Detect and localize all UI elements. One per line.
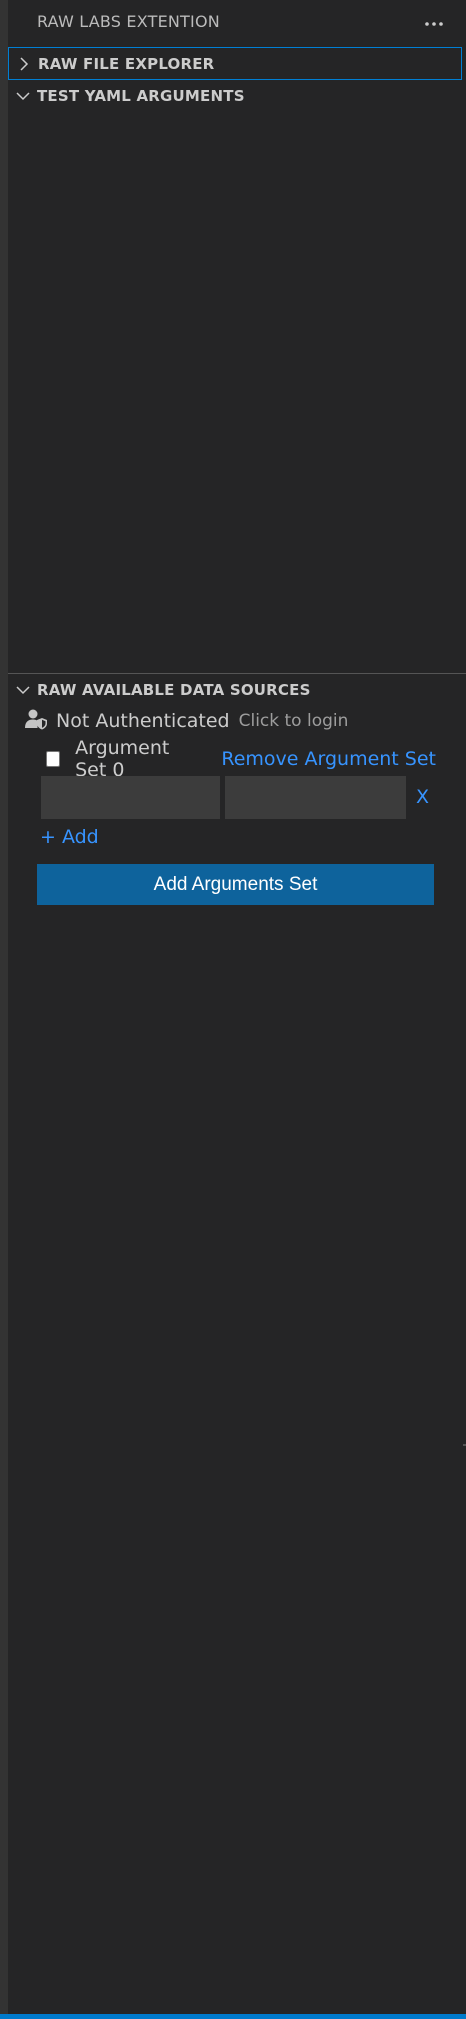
activity-bar-edge — [0, 0, 8, 2019]
remove-argument-pair-button[interactable]: X — [416, 786, 429, 808]
section-header-test-yaml-arguments[interactable]: TEST YAML ARGUMENTS — [8, 81, 462, 111]
extension-sidebar: RAW LABS EXTENTION RAW FILE EXPLORER TES… — [0, 0, 466, 2019]
add-argument-link[interactable]: + Add — [40, 826, 99, 848]
section-divider[interactable] — [8, 673, 466, 674]
section-label: TEST YAML ARGUMENTS — [37, 87, 245, 105]
remove-argument-set-link[interactable]: Remove Argument Set — [221, 748, 436, 770]
auth-status-text: Not Authenticated — [56, 710, 230, 732]
argument-set-name: Argument Set 0 — [75, 737, 170, 781]
argument-set-row: Argument Set 0 Remove Argument Set — [46, 737, 436, 781]
section-label: RAW AVAILABLE DATA SOURCES — [37, 681, 311, 699]
chevron-right-icon — [14, 54, 34, 74]
ellipsis-icon[interactable] — [420, 6, 448, 34]
argument-key-input[interactable] — [41, 776, 220, 819]
user-shield-icon — [24, 708, 48, 734]
section-label: RAW FILE EXPLORER — [38, 54, 215, 73]
chevron-down-icon — [13, 680, 33, 700]
sidebar-title: RAW LABS EXTENTION — [37, 12, 220, 31]
argument-value-input[interactable] — [225, 776, 406, 819]
status-bar-edge — [0, 2014, 466, 2019]
auth-status-row: Not Authenticated Click to login — [24, 708, 348, 734]
add-arguments-set-button[interactable]: Add Arguments Set — [37, 864, 434, 905]
login-link[interactable]: Click to login — [239, 711, 349, 731]
sidebar-titlebar: RAW LABS EXTENTION — [8, 0, 466, 44]
chevron-down-icon — [13, 86, 33, 106]
section-header-raw-available-data-sources[interactable]: RAW AVAILABLE DATA SOURCES — [8, 675, 462, 705]
section-header-raw-file-explorer[interactable]: RAW FILE EXPLORER — [8, 47, 462, 80]
argument-set-checkbox[interactable] — [46, 751, 61, 767]
